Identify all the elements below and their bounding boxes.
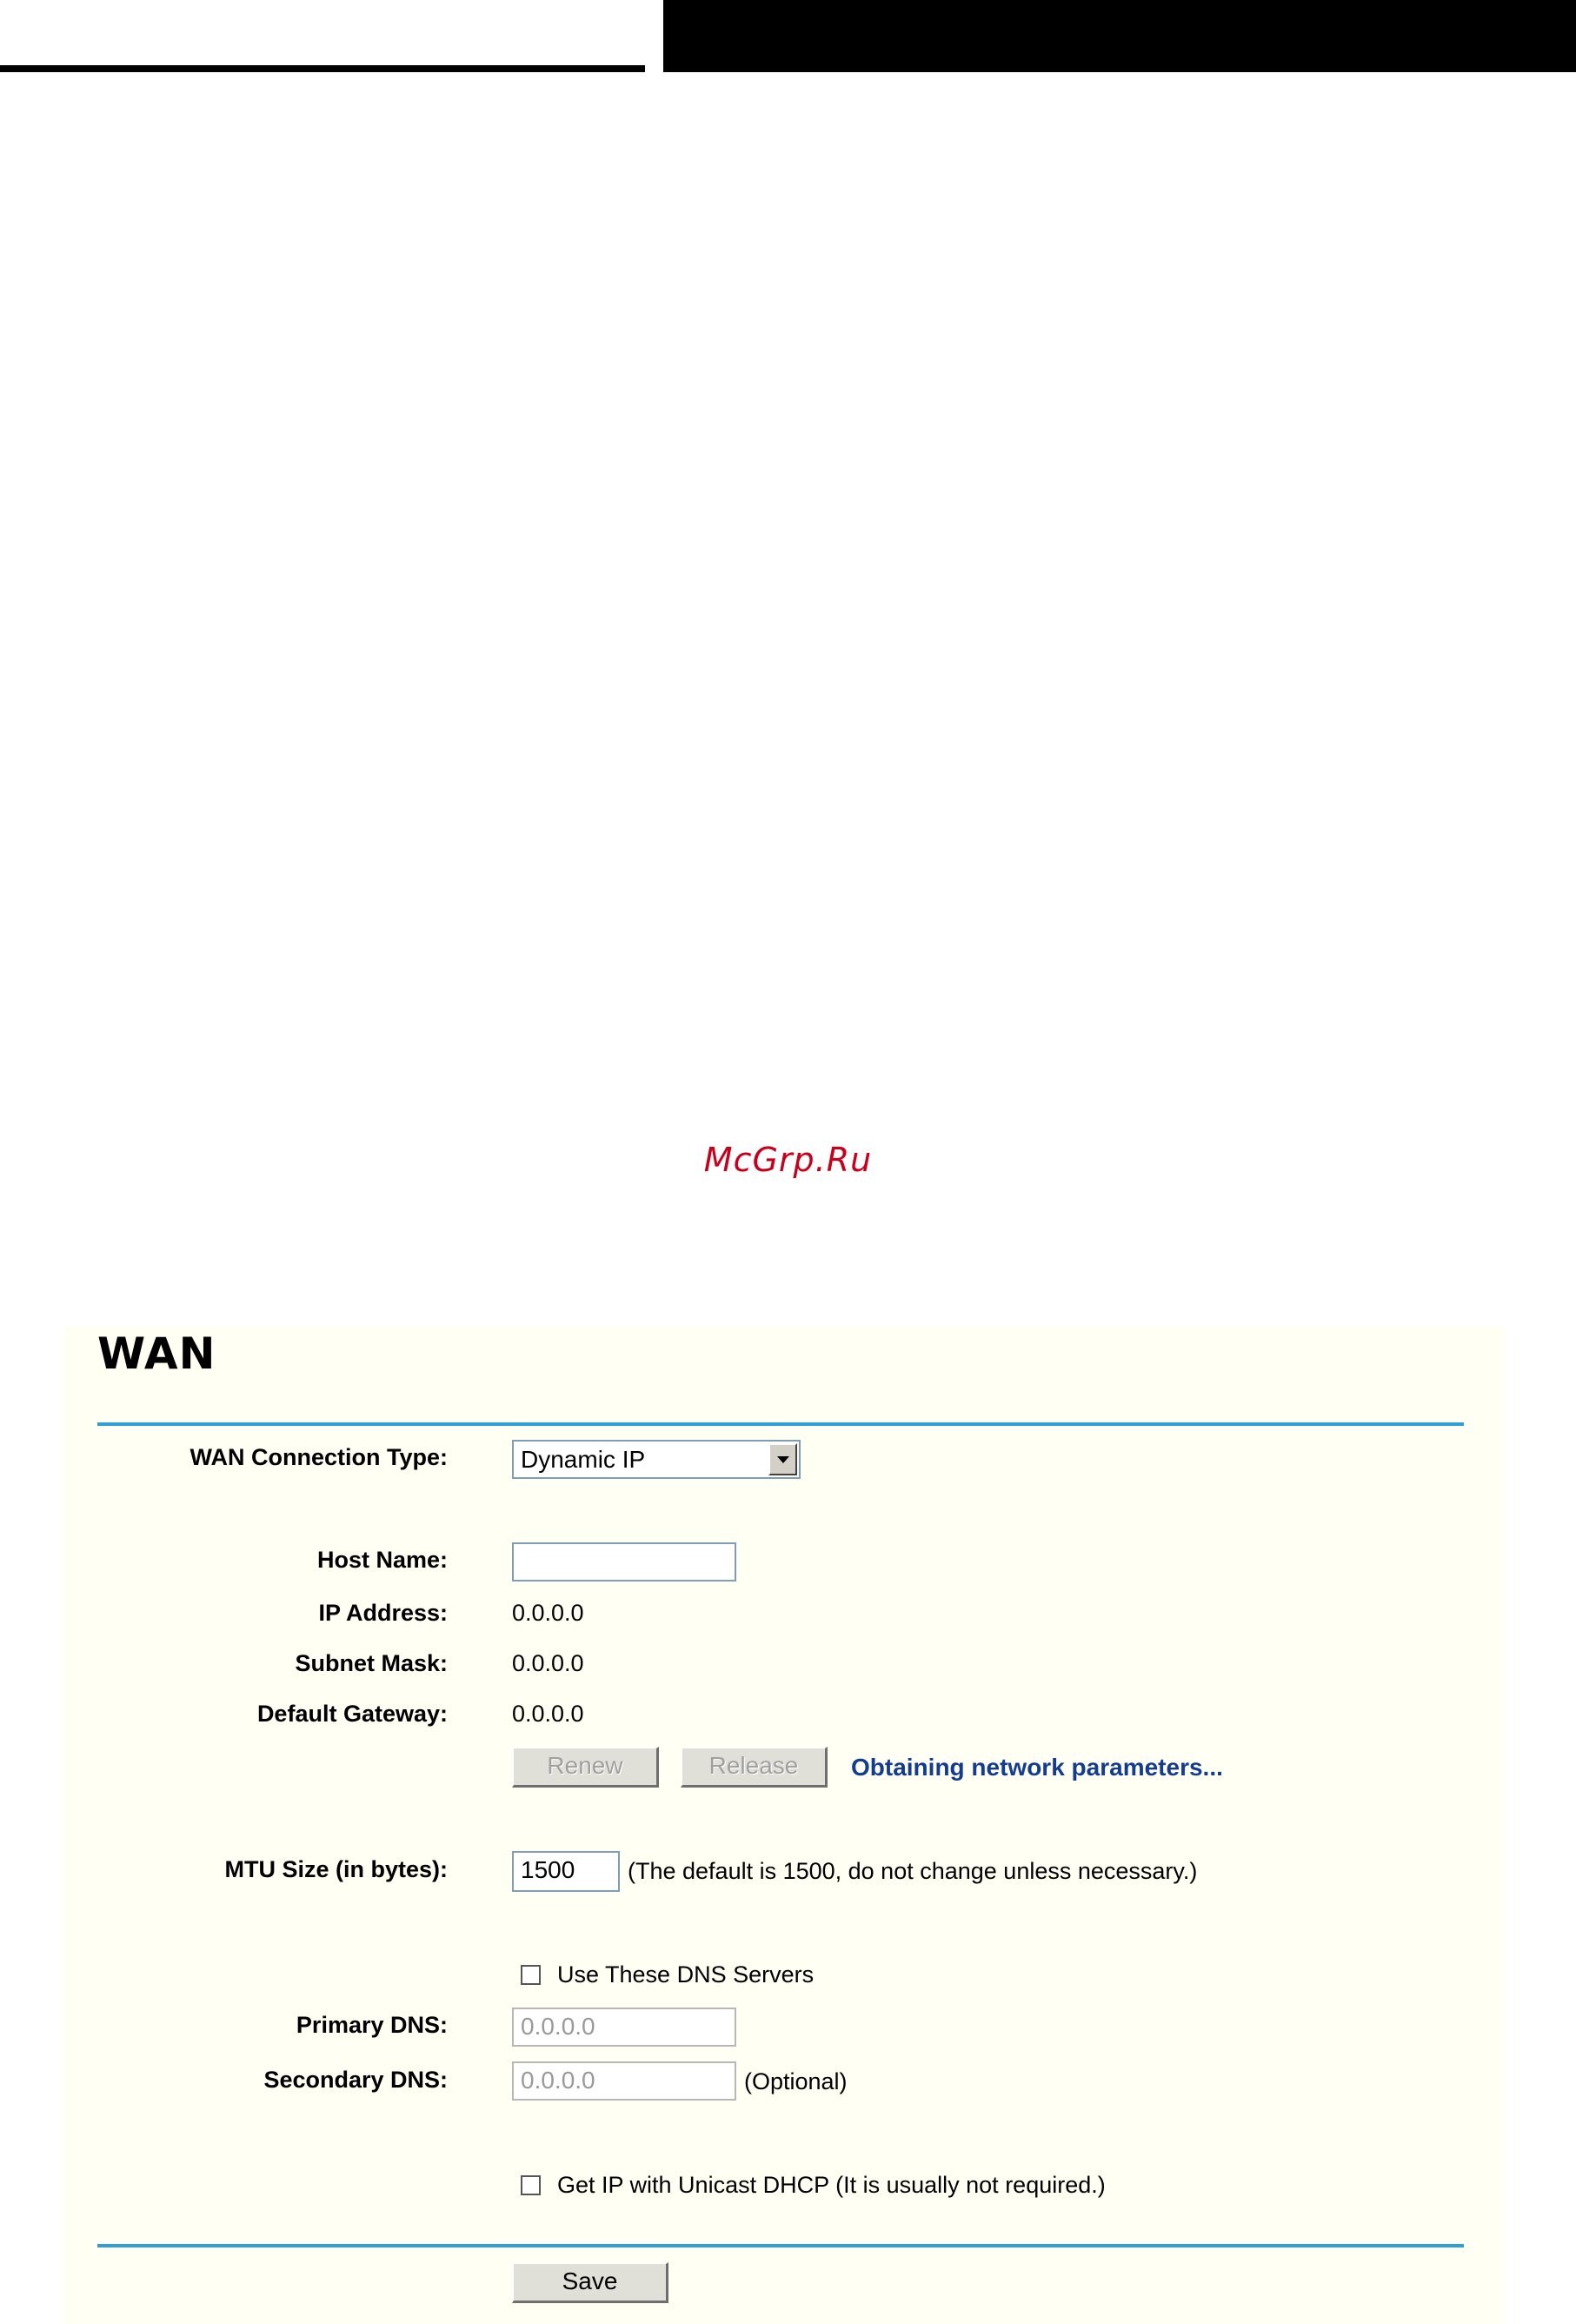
- ip-address-value: 0.0.0.0: [512, 1600, 584, 1626]
- header-rule: [0, 65, 645, 72]
- header-black-bar: [663, 0, 1576, 72]
- primary-dns-label: Primary DNS:: [296, 2012, 448, 2038]
- subnet-mask-value: 0.0.0.0: [512, 1650, 584, 1676]
- release-button[interactable]: Release: [681, 1747, 828, 1788]
- connection-type-label: WAN Connection Type:: [190, 1444, 449, 1470]
- default-gateway-label: Default Gateway:: [256, 1701, 448, 1727]
- default-gateway-value: 0.0.0.0: [512, 1701, 584, 1727]
- status-message: Obtaining network parameters...: [851, 1754, 1223, 1781]
- connection-type-value: Dynamic IP: [521, 1446, 646, 1473]
- dropdown-arrow-icon[interactable]: [768, 1443, 797, 1475]
- unicast-dhcp-label: Get IP with Unicast DHCP (It is usually …: [557, 2172, 1106, 2198]
- save-button[interactable]: Save: [512, 2262, 668, 2303]
- mtu-input[interactable]: 1500: [512, 1851, 620, 1892]
- secondary-dns-label: Secondary DNS:: [263, 2067, 448, 2093]
- unicast-dhcp-checkbox[interactable]: [521, 2175, 541, 2195]
- subnet-mask-label: Subnet Mask:: [295, 1650, 448, 1676]
- top-divider: [97, 1422, 1464, 1426]
- watermark: McGrp.Ru: [703, 1141, 873, 1179]
- mtu-hint: (The default is 1500, do not change unle…: [628, 1858, 1198, 1884]
- mtu-label: MTU Size (in bytes):: [224, 1856, 448, 1882]
- use-dns-checkbox[interactable]: [521, 1965, 541, 1985]
- host-name-input[interactable]: [512, 1542, 736, 1582]
- page-title: WAN: [97, 1328, 216, 1379]
- secondary-dns-hint: (Optional): [744, 2068, 848, 2094]
- use-dns-label: Use These DNS Servers: [557, 1961, 815, 1988]
- secondary-dns-input[interactable]: 0.0.0.0: [512, 2061, 736, 2101]
- host-name-label: Host Name:: [316, 1547, 448, 1573]
- ip-address-label: IP Address:: [318, 1600, 448, 1626]
- connection-type-select[interactable]: Dynamic IP: [512, 1440, 801, 1479]
- primary-dns-input[interactable]: 0.0.0.0: [512, 2008, 736, 2047]
- bottom-divider: [97, 2244, 1464, 2247]
- renew-button[interactable]: Renew: [512, 1747, 659, 1788]
